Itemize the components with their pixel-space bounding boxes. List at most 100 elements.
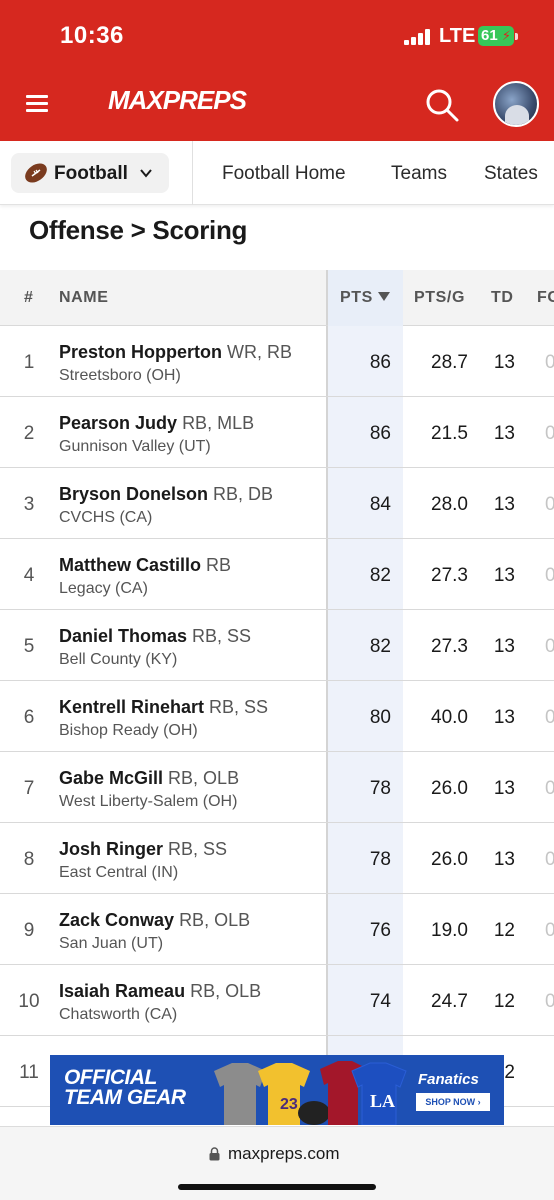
player-name[interactable]: Preston Hopperton [59, 342, 222, 362]
player-name[interactable]: Isaiah Rameau [59, 981, 185, 1001]
rank-cell: 6 [23, 707, 35, 728]
school-name[interactable]: Bell County (KY) [59, 651, 177, 669]
shop-now-button[interactable]: SHOP NOW › [416, 1093, 490, 1111]
pts-per-game-cell: 28.7 [431, 352, 468, 373]
table-row[interactable]: 5 Daniel Thomas RB, SS Bell County (KY) 82 2… [0, 610, 554, 681]
sticky-column-divider [326, 610, 328, 680]
menu-icon[interactable] [26, 95, 48, 113]
player-name[interactable]: Daniel Thomas [59, 626, 187, 646]
col-td[interactable]: TD [491, 289, 514, 307]
search-icon[interactable] [424, 87, 460, 123]
fg-cell: 0 [545, 707, 554, 728]
player-position: RB, SS [192, 626, 252, 646]
rank-cell: 2 [23, 423, 35, 444]
col-fg[interactable]: FG [537, 289, 554, 307]
fg-cell: 0 [545, 565, 554, 586]
player-name-cell[interactable]: Bryson Donelson RB, DB [59, 484, 273, 505]
player-name-cell[interactable]: Josh Ringer RB, SS [59, 839, 227, 860]
pts-cell: 78 [369, 778, 391, 799]
avatar[interactable] [493, 81, 539, 127]
school-name[interactable]: CVCHS (CA) [59, 509, 152, 527]
home-indicator[interactable] [178, 1184, 376, 1190]
pts-per-game-cell: 26.0 [431, 849, 468, 870]
table-row[interactable]: 9 Zack Conway RB, OLB San Juan (UT) 76 19.0 1… [0, 894, 554, 965]
player-name[interactable]: Kentrell Rinehart [59, 697, 204, 717]
table-row[interactable]: 3 Bryson Donelson RB, DB CVCHS (CA) 84 28.0 1… [0, 468, 554, 539]
pts-cell: 78 [369, 849, 391, 870]
player-position: RB, MLB [182, 413, 255, 433]
pts-per-game-cell: 40.0 [431, 707, 468, 728]
col-name[interactable]: NAME [59, 289, 109, 307]
td-cell: 12 [493, 920, 515, 941]
sport-nav: Football Football Home Teams States [0, 141, 554, 205]
player-name-cell[interactable]: Preston Hopperton WR, RB [59, 342, 292, 363]
table-row[interactable]: 4 Matthew Castillo RB Legacy (CA) 82 27.3 13 0 [0, 539, 554, 610]
football-icon [25, 163, 47, 183]
player-name-cell[interactable]: Zack Conway RB, OLB [59, 910, 250, 931]
url-text: maxpreps.com [228, 1144, 340, 1163]
school-name[interactable]: Chatsworth (CA) [59, 1006, 177, 1024]
school-name[interactable]: San Juan (UT) [59, 935, 163, 953]
school-name[interactable]: Legacy (CA) [59, 580, 148, 598]
player-name-cell[interactable]: Daniel Thomas RB, SS [59, 626, 251, 647]
school-name[interactable]: West Liberty-Salem (OH) [59, 793, 237, 811]
table-row[interactable]: 7 Gabe McGill RB, OLB West Liberty-Salem (… [0, 752, 554, 823]
table-row[interactable]: 6 Kentrell Rinehart RB, SS Bishop Ready (O… [0, 681, 554, 752]
browser-url-bar[interactable]: maxpreps.com [0, 1126, 554, 1200]
fanatics-logo: Fanatics [418, 1071, 479, 1088]
pts-cell: 86 [369, 352, 391, 373]
player-name-cell[interactable]: Isaiah Rameau RB, OLB [59, 981, 261, 1002]
charging-bolt-icon: ⚡ [501, 28, 511, 43]
sticky-column-divider [326, 397, 328, 467]
table-row[interactable]: 10 Isaiah Rameau RB, OLB Chatsworth (CA) 74… [0, 965, 554, 1036]
player-name[interactable]: Gabe McGill [59, 768, 163, 788]
table-row[interactable]: 8 Josh Ringer RB, SS East Central (IN) 78 26… [0, 823, 554, 894]
player-name[interactable]: Zack Conway [59, 910, 174, 930]
rank-cell: 4 [23, 565, 35, 586]
player-name[interactable]: Josh Ringer [59, 839, 163, 859]
sport-selector[interactable]: Football [11, 153, 169, 193]
status-time: 10:36 [60, 22, 124, 49]
sticky-column-divider [326, 681, 328, 751]
nav-link-states[interactable]: States [484, 163, 538, 185]
player-name[interactable]: Matthew Castillo [59, 555, 201, 575]
table-body: 1 Preston Hopperton WR, RB Streetsboro (OH… [0, 326, 554, 1107]
pts-per-game-cell: 19.0 [431, 920, 468, 941]
sticky-column-divider [326, 894, 328, 964]
school-name[interactable]: Gunnison Valley (UT) [59, 438, 211, 456]
pts-cell: 82 [369, 636, 391, 657]
school-name[interactable]: East Central (IN) [59, 864, 178, 882]
maxpreps-logo[interactable]: MAXPREPS [108, 81, 248, 129]
sticky-column-divider [326, 823, 328, 893]
nav-divider [192, 141, 193, 205]
player-position: RB, SS [168, 839, 228, 859]
table-row[interactable]: 1 Preston Hopperton WR, RB Streetsboro (OH… [0, 326, 554, 397]
battery-level: 61 [481, 27, 498, 44]
school-name[interactable]: Streetsboro (OH) [59, 367, 181, 385]
table-row[interactable]: 2 Pearson Judy RB, MLB Gunnison Valley (UT… [0, 397, 554, 468]
sport-label: Football [54, 163, 128, 184]
rank-cell: 7 [23, 778, 35, 799]
battery-icon: 61 ⚡ [478, 26, 518, 46]
school-name[interactable]: Bishop Ready (OH) [59, 722, 198, 740]
pts-cell: 84 [369, 494, 391, 515]
td-cell: 13 [493, 849, 515, 870]
col-pts-per-game[interactable]: PTS/G [414, 289, 465, 307]
nav-link-teams[interactable]: Teams [391, 163, 447, 185]
player-name-cell[interactable]: Gabe McGill RB, OLB [59, 768, 239, 789]
ad-banner[interactable]: OFFICIAL TEAM GEAR 23 LA Fanatics SHOP N… [50, 1055, 504, 1125]
player-name-cell[interactable]: Matthew Castillo RB [59, 555, 231, 576]
player-name[interactable]: Pearson Judy [59, 413, 177, 433]
td-cell: 13 [493, 636, 515, 657]
player-name-cell[interactable]: Pearson Judy RB, MLB [59, 413, 254, 434]
col-pts[interactable]: PTS [340, 289, 390, 307]
col-rank: # [24, 289, 34, 306]
player-name-cell[interactable]: Kentrell Rinehart RB, SS [59, 697, 268, 718]
td-cell: 12 [493, 991, 515, 1012]
player-name[interactable]: Bryson Donelson [59, 484, 208, 504]
svg-text:LA: LA [370, 1091, 395, 1111]
chevron-down-icon [140, 169, 152, 178]
nav-link-football-home[interactable]: Football Home [222, 163, 346, 185]
fg-cell: 0 [545, 849, 554, 870]
pts-cell: 74 [369, 991, 391, 1012]
